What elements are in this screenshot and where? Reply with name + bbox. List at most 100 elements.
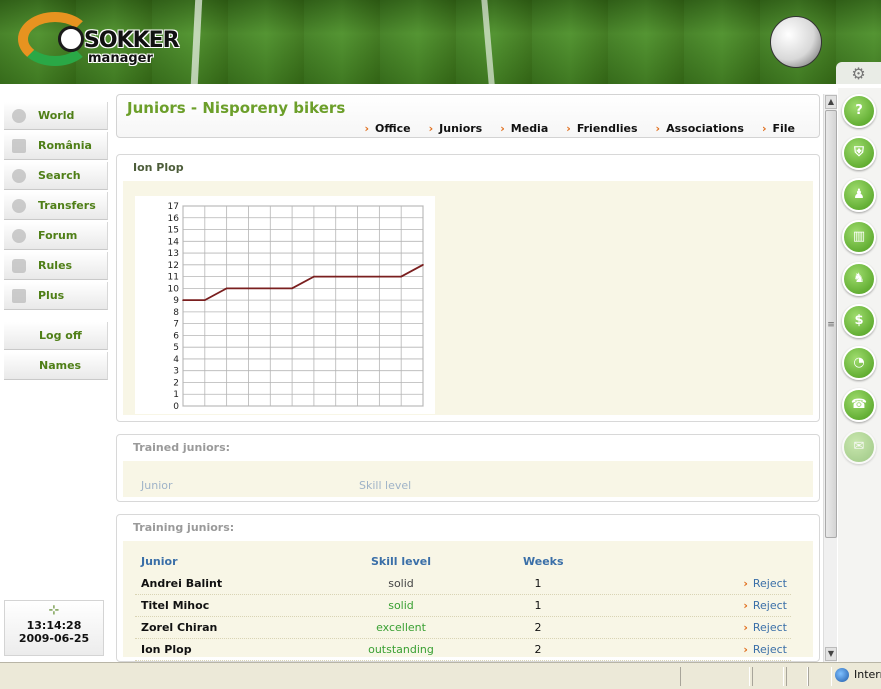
- reject-button[interactable]: Reject: [743, 599, 787, 612]
- logo-subtext: manager: [88, 51, 153, 66]
- data-point: [334, 275, 337, 278]
- y-tick-label: 10: [168, 284, 180, 294]
- skill-chart: 0 1 2 3 4 5 6 7 8 9 10 11 12 13 14 15 16 17: [135, 196, 435, 414]
- skill-chart-svg: 01234567891011121314151617: [168, 202, 424, 412]
- y-tick-label: 4: [173, 355, 179, 365]
- tab-associations[interactable]: Associations: [656, 122, 744, 135]
- nav-label: Forum: [38, 229, 78, 242]
- trained-juniors-heading: Trained juniors:: [133, 441, 231, 454]
- data-point: [313, 275, 315, 278]
- player-name-heading: Ion Plop: [133, 161, 184, 174]
- nav-label: World: [38, 109, 75, 122]
- y-tick-label: 6: [173, 331, 179, 341]
- tab-juniors[interactable]: Juniors: [429, 122, 482, 135]
- logoff-button[interactable]: Log off: [4, 322, 108, 350]
- globe-icon: [12, 108, 26, 123]
- training-icon[interactable]: ♞: [842, 262, 876, 296]
- finance-icon[interactable]: ◔: [842, 346, 876, 380]
- star-icon: [12, 288, 26, 303]
- data-point: [269, 287, 272, 290]
- col-junior-header: Junior: [141, 555, 178, 568]
- junior-name[interactable]: Titel Mihoc: [141, 599, 209, 612]
- scroll-up-arrow-icon[interactable]: ▲: [825, 95, 837, 109]
- sokker-logo[interactable]: SOKKER manager: [18, 10, 180, 72]
- page-header: Juniors - Nisporeny bikers Office Junior…: [116, 94, 820, 138]
- data-point: [225, 287, 228, 290]
- names-button[interactable]: Names: [4, 352, 108, 380]
- logo-text: SOKKER: [84, 28, 180, 53]
- nav-forum[interactable]: Forum: [4, 222, 108, 250]
- y-tick-label: 5: [173, 343, 179, 353]
- scrollbar-thumb[interactable]: ≡: [825, 110, 837, 538]
- table-row: Andrei Balint solid 1 Reject: [135, 573, 791, 595]
- internet-zone-icon: [835, 668, 849, 682]
- col-weeks-header: Weeks: [523, 555, 564, 568]
- data-point: [400, 275, 402, 278]
- mail-icon[interactable]: ✉: [842, 430, 876, 464]
- junior-name[interactable]: Ion Plop: [141, 643, 192, 656]
- tab-friendlies[interactable]: Friendlies: [566, 122, 638, 135]
- header-banner: SOKKER manager ⚙: [0, 0, 881, 84]
- shield-icon[interactable]: ⛨: [842, 136, 876, 170]
- help-icon[interactable]: ?: [842, 94, 876, 128]
- server-clock: ⊹ 13:14:28 2009-06-25: [4, 600, 104, 656]
- nav-rules[interactable]: Rules: [4, 252, 108, 280]
- people-icon: [12, 228, 26, 243]
- tab-office[interactable]: Office: [364, 122, 411, 135]
- nav-label: România: [38, 139, 92, 152]
- col-junior-header: Junior: [141, 479, 173, 492]
- reject-button[interactable]: Reject: [743, 577, 787, 590]
- clock-icon: ⊹: [48, 603, 60, 618]
- junior-skill: outstanding: [368, 643, 434, 656]
- data-point: [422, 264, 424, 266]
- nav-label: Transfers: [38, 199, 96, 212]
- privacy-eye-icon[interactable]: [752, 667, 784, 686]
- y-tick-label: 9: [173, 296, 179, 306]
- junior-name[interactable]: Andrei Balint: [141, 577, 222, 590]
- logoff-label: Log off: [39, 329, 82, 342]
- reject-button[interactable]: Reject: [743, 621, 787, 634]
- y-tick-label: 0: [173, 402, 179, 412]
- junior-skill: solid: [388, 599, 414, 612]
- y-tick-label: 12: [168, 261, 179, 271]
- player-icon[interactable]: ♟: [842, 178, 876, 212]
- page-scrollbar[interactable]: ▲ ≡ ▼: [823, 94, 837, 662]
- nav-label: Rules: [38, 259, 73, 272]
- football-icon: [770, 16, 822, 68]
- y-tick-label: 3: [173, 367, 179, 377]
- data-point: [356, 275, 359, 278]
- nav-transfers[interactable]: Transfers: [4, 192, 108, 220]
- training-juniors-heading: Training juniors:: [133, 521, 235, 534]
- tab-file[interactable]: File: [762, 122, 795, 135]
- nav-world[interactable]: World: [4, 102, 108, 130]
- nav-plus[interactable]: Plus: [4, 282, 108, 310]
- tactics-icon[interactable]: ▥: [842, 220, 876, 254]
- clock-date: 2009-06-25: [18, 632, 90, 645]
- y-tick-label: 13: [168, 249, 179, 259]
- training-juniors-panel: Training juniors: Junior Skill level Wee…: [116, 514, 820, 662]
- y-tick-label: 1: [173, 390, 179, 400]
- reject-button[interactable]: Reject: [743, 643, 787, 656]
- phone-icon[interactable]: ☎: [842, 388, 876, 422]
- data-point: [291, 287, 293, 290]
- tab-media[interactable]: Media: [500, 122, 548, 135]
- junior-skill: excellent: [376, 621, 426, 634]
- y-tick-label: 2: [173, 378, 179, 388]
- table-row: Titel Mihoc solid 1 Reject: [135, 595, 791, 617]
- left-navigation: World România Search Transfers Forum Rul…: [4, 102, 108, 382]
- col-skill-header: Skill level: [359, 479, 412, 492]
- nav-label: Plus: [38, 289, 65, 302]
- magnifier-icon: [12, 168, 26, 183]
- panel-body: 0 1 2 3 4 5 6 7 8 9 10 11 12 13 14 15 16 17: [123, 181, 813, 415]
- right-quick-bar: ? ⛨ ♟ ▥ ♞ $ ◔ ☎ ✉: [838, 88, 881, 662]
- money-icon[interactable]: $: [842, 304, 876, 338]
- scroll-down-arrow-icon[interactable]: ▼: [825, 647, 837, 661]
- nav-label: Search: [38, 169, 81, 182]
- status-segment: [786, 667, 808, 686]
- gear-icon[interactable]: ⚙: [836, 62, 881, 84]
- popup-blocker-icon[interactable]: [808, 667, 832, 686]
- nav-romania[interactable]: România: [4, 132, 108, 160]
- junior-name[interactable]: Zorel Chiran: [141, 621, 217, 634]
- nav-search[interactable]: Search: [4, 162, 108, 190]
- data-point: [182, 299, 184, 301]
